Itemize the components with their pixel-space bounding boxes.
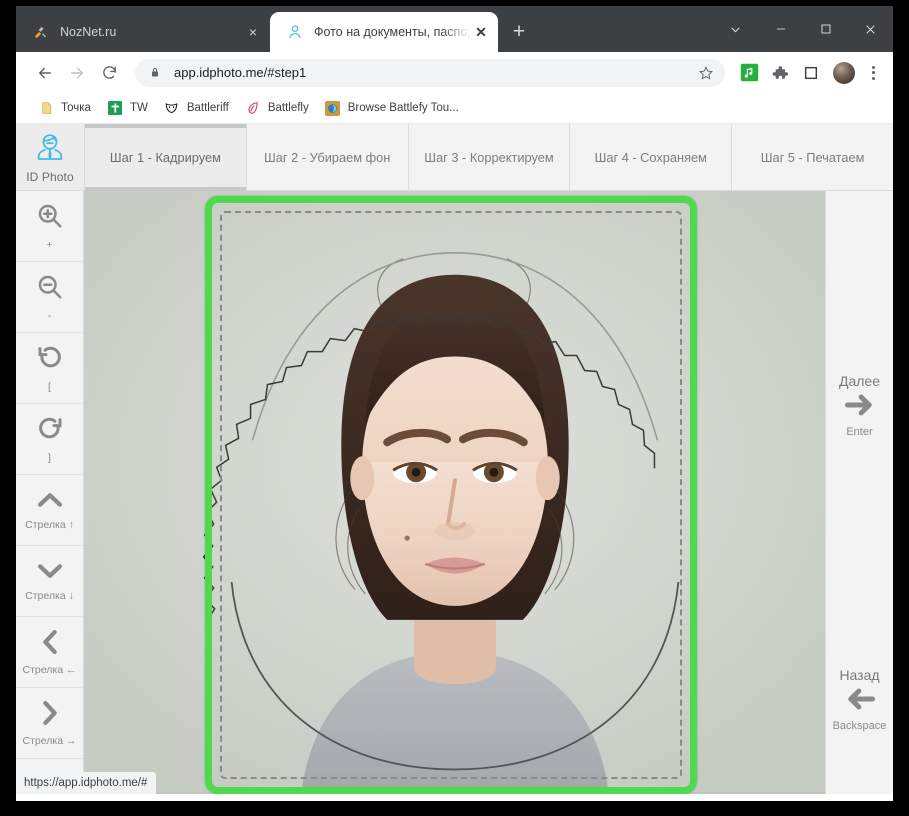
step-label: Шаг 1 - Кадрируем: [109, 149, 221, 165]
tool-label: ]: [48, 452, 51, 464]
app-logo[interactable]: ID Photo: [16, 124, 84, 190]
chevron-up-icon: [36, 489, 64, 516]
app-step-bar: ID Photo Шаг 1 - Кадрируем Шаг 2 - Убира…: [16, 124, 893, 191]
puzzle-extension-icon[interactable]: [767, 60, 793, 86]
next-step-button[interactable]: Далее Enter: [826, 373, 893, 438]
browser-tab-idphoto[interactable]: Фото на документы, паспорта, в ✕: [270, 12, 498, 52]
bookmark-label: Battlefly: [267, 102, 309, 114]
id-photo-avatar-icon: [33, 130, 67, 169]
bookmark-tw[interactable]: TW: [99, 96, 156, 120]
move-right-tool[interactable]: Стрелка →: [16, 688, 83, 759]
bookmark-star-icon[interactable]: [697, 65, 715, 81]
tab-search-icon[interactable]: [713, 6, 758, 52]
move-down-tool[interactable]: Стрелка ↓: [16, 546, 83, 617]
tool-label: -: [47, 310, 52, 322]
browser-window: NozNet.ru × Фото на документы, паспорта,…: [16, 6, 893, 801]
arrow-left-icon: [844, 686, 876, 717]
tab-strip: NozNet.ru × Фото на документы, паспорта,…: [16, 6, 893, 52]
browser-menu-icon[interactable]: [861, 65, 885, 80]
id-photo-icon: [286, 24, 303, 41]
photo-canvas[interactable]: [84, 191, 825, 794]
step-label: Шаг 5 - Печатаем: [760, 149, 865, 165]
close-icon[interactable]: [848, 6, 893, 52]
rotate-left-icon: [35, 343, 65, 378]
tool-label: [: [48, 381, 51, 393]
move-left-tool[interactable]: Стрелка ←: [16, 617, 83, 688]
music-extension-icon[interactable]: [736, 60, 762, 86]
close-icon[interactable]: ×: [242, 21, 264, 43]
editor-workspace: + - [] Стрелка ↑ Стрелка ↓ Стрелка ← Ст…: [16, 191, 893, 794]
bookmark-battlefly[interactable]: Battlefly: [237, 96, 317, 120]
back-shortcut: Backspace: [832, 720, 887, 732]
battlefy-icon: [325, 100, 341, 116]
step-label: Шаг 3 - Корректируем: [424, 149, 554, 165]
browser-toolbar: app.idphoto.me/#step1: [16, 52, 893, 93]
bookmarks-bar: Точка TW Battleriff Battlefly Browse Bat: [16, 93, 893, 124]
close-icon[interactable]: ✕: [470, 21, 492, 43]
back-button[interactable]: [30, 58, 60, 88]
minimize-icon[interactable]: [758, 6, 803, 52]
zoom-out-tool[interactable]: -: [16, 262, 83, 333]
source-photo: [84, 191, 825, 794]
step-tab-2[interactable]: Шаг 2 - Убираем фон: [245, 124, 408, 190]
rotate-right-icon: [35, 414, 65, 449]
bookmark-tochka[interactable]: Точка: [30, 96, 99, 120]
editor-left-toolbar: + - [] Стрелка ↑ Стрелка ↓ Стрелка ← Ст…: [16, 191, 84, 794]
zoom-in-tool[interactable]: +: [16, 191, 83, 262]
chevron-left-icon: [39, 628, 61, 661]
battlefly-icon: [245, 100, 261, 116]
app-brand-label: ID Photo: [26, 170, 74, 184]
new-tab-button[interactable]: +: [504, 17, 534, 47]
address-bar[interactable]: app.idphoto.me/#step1: [135, 58, 725, 87]
previous-step-button[interactable]: Назад Backspace: [826, 667, 893, 732]
avatar[interactable]: [833, 61, 855, 84]
bookmark-label: Battleriff: [186, 102, 229, 114]
tool-label: +: [46, 239, 53, 251]
step-tab-1[interactable]: Шаг 1 - Кадрируем: [84, 124, 246, 191]
maximize-icon[interactable]: [803, 6, 848, 52]
step-tab-5[interactable]: Шаг 5 - Печатаем: [731, 124, 893, 190]
tab-title: Фото на документы, паспорта, в: [314, 25, 470, 39]
back-label: Назад: [839, 667, 880, 683]
step-tab-4[interactable]: Шаг 4 - Сохраняем: [569, 124, 732, 190]
tab-title: NozNet.ru: [60, 25, 117, 39]
editor-right-toolbar: Далее Enter Назад Backspace: [825, 191, 893, 794]
tw-icon: [107, 100, 123, 116]
next-label: Далее: [838, 373, 880, 389]
zoom-in-icon: [35, 201, 65, 236]
next-shortcut: Enter: [846, 426, 873, 438]
status-url: https://app.idphoto.me/#: [24, 777, 148, 789]
browser-tab-noznet[interactable]: NozNet.ru ×: [16, 12, 270, 52]
tool-label: Стрелка ↓: [25, 590, 74, 602]
zoom-out-icon: [35, 272, 65, 307]
note-icon: [38, 100, 54, 116]
move-up-tool[interactable]: Стрелка ↑: [16, 475, 83, 546]
status-bar: https://app.idphoto.me/#: [16, 772, 157, 794]
tool-label: Стрелка →: [22, 735, 77, 747]
bookmark-label: Browse Battlefy Tou...: [347, 102, 459, 114]
window-controls: [713, 6, 893, 52]
tool-label: Стрелка ←: [22, 664, 77, 676]
lock-icon: [149, 66, 163, 79]
arrow-right-icon: [844, 392, 876, 423]
rotate-right-tool[interactable]: ]: [16, 404, 83, 475]
tools-icon: [32, 24, 49, 41]
battleriff-icon: [164, 100, 180, 116]
bookmark-browse-battlefy[interactable]: Browse Battlefy Tou...: [317, 96, 467, 120]
bookmark-label: Точка: [61, 102, 91, 114]
bookmark-label: TW: [129, 102, 148, 114]
rotate-left-tool[interactable]: [: [16, 333, 83, 404]
step-tab-3[interactable]: Шаг 3 - Корректируем: [407, 124, 570, 190]
forward-button[interactable]: [62, 58, 92, 88]
tool-label: Стрелка ↑: [25, 519, 74, 531]
side-panel-icon[interactable]: [798, 60, 824, 86]
chevron-down-icon: [36, 560, 64, 587]
bookmark-battleriff[interactable]: Battleriff: [156, 96, 237, 120]
url-text: app.idphoto.me/#step1: [174, 65, 307, 80]
step-label: Шаг 4 - Сохраняем: [594, 149, 707, 165]
reload-button[interactable]: [94, 58, 124, 88]
chevron-right-icon: [39, 699, 61, 732]
step-label: Шаг 2 - Убираем фон: [264, 149, 391, 165]
